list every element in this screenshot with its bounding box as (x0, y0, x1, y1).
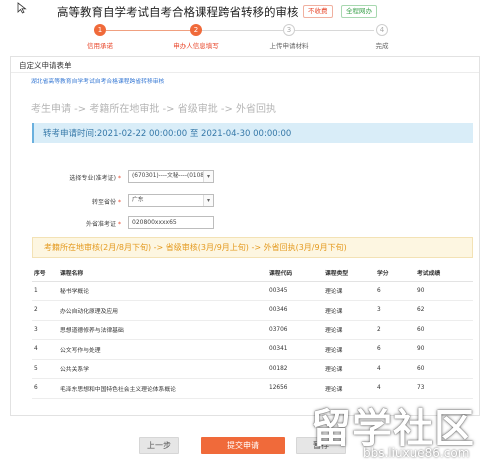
cell-course-name: 毛泽东思想和中国特色社会主义理论体系概论 (60, 378, 269, 399)
cell-course-name: 公共关系学 (60, 359, 269, 379)
cell-course-code: 03706 (269, 320, 325, 340)
col-header-course-code: 课程代码 (269, 265, 325, 282)
col-header-score: 考试成绩 (417, 265, 473, 282)
step-1-circle: 1 (94, 24, 106, 36)
step-2-label: 申办人信息填写 (173, 42, 219, 50)
application-time-bar: 转考申请时间:2021-02-22 00:00:00 至 2021-04-30 … (32, 123, 473, 143)
cell-index: 6 (32, 378, 60, 399)
col-header-course-name: 课程名称 (60, 265, 269, 282)
divider (11, 72, 479, 73)
cell-course-code: 00346 (269, 300, 325, 321)
province-select[interactable]: 广东 ▾ (128, 194, 214, 207)
cell-score: 60 (417, 320, 473, 340)
table-row: 4 公文写作与处理 00341 理论课 6 90 (32, 339, 473, 360)
exam-no-row: 外省准考证 * 020800xxxx65 (11, 216, 481, 230)
cell-credits: 6 (377, 281, 417, 301)
table-row: 1 秘书学概论 00345 理论课 6 90 (32, 281, 473, 301)
major-label: 选择专业(准考证) * (69, 175, 121, 182)
cell-course-name: 办公自动化原理及应用 (60, 300, 269, 321)
table-row: 3 思想道德修养与法律基础 03706 理论课 2 60 (32, 320, 473, 340)
no-fee-badge: 不收费 (303, 5, 333, 18)
review-schedule-text: 考籍所在地审核(2月/8月下旬) -> 省级审核(3月/9月上旬) -> 外省回… (44, 243, 347, 252)
major-row: 选择专业(准考证) * (670301)----文秘----(01082 ▾ (11, 170, 481, 184)
step-connector (106, 30, 196, 31)
page-title: 高等教育自学考试自考合格课程跨省转移的审核 (57, 5, 299, 19)
submit-application-button[interactable]: 提交申请 (201, 437, 285, 454)
cell-course-type: 理论课 (325, 359, 377, 379)
col-header-course-type: 课程类型 (325, 265, 377, 282)
table-header-row: 序号 课程名称 课程代码 课程类型 学分 考试成绩 (32, 265, 473, 282)
form-title-link[interactable]: 湖北省高等教育自学考试自考合格课程跨省转移审核 (31, 76, 164, 85)
cell-course-name: 秘书学概论 (60, 281, 269, 301)
approval-flow-text: 考生申请 -> 考籍所在地审批 -> 省级审批 -> 外省回执 (31, 104, 277, 115)
cell-index: 5 (32, 359, 60, 379)
application-form-panel: 自定义申请表单 湖北省高等教育自学考试自考合格课程跨省转移审核 考生申请 -> … (10, 56, 480, 416)
exam-no-input[interactable]: 020800xxxx65 (128, 216, 214, 229)
cell-index: 3 (32, 320, 60, 340)
cell-course-name: 思想道德修养与法律基础 (60, 320, 269, 340)
cell-course-type: 理论课 (325, 281, 377, 301)
province-label: 转至省份 * (91, 199, 121, 206)
course-table: 序号 课程名称 课程代码 课程类型 学分 考试成绩 1 秘书学概论 00345 … (32, 265, 473, 399)
major-select[interactable]: (670301)----文秘----(01082 ▾ (128, 170, 214, 183)
step-4-label: 完成 (375, 42, 389, 50)
step-3-label: 上传申请材料 (269, 42, 309, 50)
cell-credits: 3 (377, 300, 417, 321)
cell-course-name: 公文写作与处理 (60, 339, 269, 360)
table-row: 5 公共关系学 00182 理论课 4 60 (32, 359, 473, 379)
cell-course-type: 理论课 (325, 339, 377, 360)
online-badge: 全程网办 (341, 5, 377, 18)
step-1-label: 信用承诺 (87, 42, 113, 50)
watermark-url: bbs.liuxue86.com (363, 446, 470, 460)
table-row: 2 办公自动化原理及应用 00346 理论课 3 62 (32, 300, 473, 321)
cell-score: 90 (417, 281, 473, 301)
step-2-circle: 2 (190, 24, 202, 36)
chevron-down-icon: ▾ (203, 195, 213, 206)
province-row: 转至省份 * 广东 ▾ (11, 194, 481, 208)
cell-index: 2 (32, 300, 60, 321)
step-connector (200, 30, 283, 31)
col-header-index: 序号 (32, 265, 60, 282)
exam-no-label: 外省准考证 * (85, 221, 121, 228)
major-select-value: (670301)----文秘----(01082 (132, 173, 208, 179)
chevron-down-icon: ▾ (203, 171, 213, 182)
cell-course-type: 理论课 (325, 300, 377, 321)
application-time-text: 转考申请时间:2021-02-22 00:00:00 至 2021-04-30 … (43, 129, 292, 139)
cell-index: 4 (32, 339, 60, 360)
cell-course-type: 理论课 (325, 320, 377, 340)
panel-title: 自定义申请表单 (19, 61, 72, 70)
cell-score: 62 (417, 300, 473, 321)
step-3-circle: 3 (283, 24, 295, 36)
cell-credits: 6 (377, 339, 417, 360)
review-schedule-notice: 考籍所在地审核(2月/8月下旬) -> 省级审核(3月/9月上旬) -> 外省回… (32, 237, 473, 258)
mouse-cursor-icon (17, 2, 27, 14)
step-4-circle: 4 (376, 24, 388, 36)
step-connector (289, 30, 374, 31)
cell-credits: 2 (377, 320, 417, 340)
cell-course-code: 00341 (269, 339, 325, 360)
progress-steps: 1 信用承诺 2 申办人信息填写 3 上传申请材料 4 完成 (40, 24, 460, 50)
previous-step-button[interactable]: 上一步 (139, 437, 179, 454)
province-select-value: 广东 (132, 197, 144, 203)
cell-score: 60 (417, 359, 473, 379)
col-header-credits: 学分 (377, 265, 417, 282)
cell-course-code: 00182 (269, 359, 325, 379)
cell-index: 1 (32, 281, 60, 301)
cell-course-code: 00345 (269, 281, 325, 301)
cell-score: 90 (417, 339, 473, 360)
cell-credits: 4 (377, 359, 417, 379)
